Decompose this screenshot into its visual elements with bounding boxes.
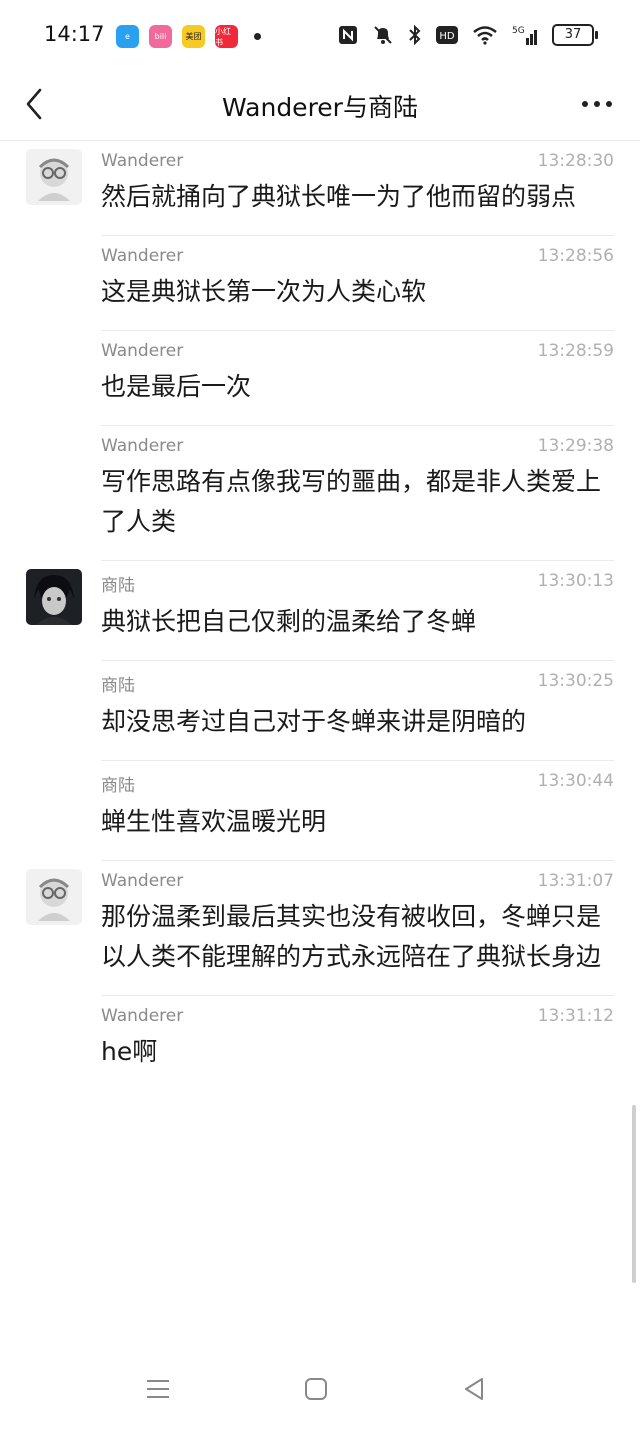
hd-icon: HD bbox=[436, 26, 458, 44]
system-nav-bar bbox=[0, 1349, 640, 1429]
message-text: 蝉生性喜欢温暖光明 bbox=[101, 807, 327, 836]
sender-name: Wanderer bbox=[101, 341, 184, 361]
bluetooth-icon bbox=[409, 24, 421, 46]
message-list[interactable]: Wanderer 13:28:30 然后就捅向了典狱长唯一为了他而留的弱点 Wa… bbox=[0, 141, 640, 1090]
status-indicators: HD 5G 37 bbox=[338, 24, 598, 46]
message-time: 13:28:59 bbox=[537, 341, 614, 361]
message-item[interactable]: Wanderer 13:28:59 也是最后一次 bbox=[0, 331, 640, 426]
status-time: 14:17 bbox=[44, 22, 105, 46]
sender-name: 商陆 bbox=[101, 776, 135, 796]
sender-name: Wanderer bbox=[101, 871, 184, 891]
avatar[interactable] bbox=[26, 149, 82, 205]
signal-5g-icon: 5G bbox=[512, 26, 537, 45]
sender-name: Wanderer bbox=[101, 1006, 184, 1026]
back-triangle-icon[interactable] bbox=[458, 1373, 490, 1405]
home-square-icon[interactable] bbox=[300, 1373, 332, 1405]
notification-app-icons: e bili 美团 小红书 bbox=[116, 25, 261, 48]
message-item[interactable]: Wanderer 13:31:12 he啊 bbox=[0, 996, 640, 1090]
status-bar: 14:17 e bili 美团 小红书 HD 5G 37 bbox=[0, 0, 640, 72]
more-notifications-dot bbox=[254, 33, 261, 40]
message-time: 13:30:25 bbox=[537, 671, 614, 691]
nfc-icon bbox=[339, 26, 357, 44]
message-time: 13:28:30 bbox=[537, 151, 614, 171]
more-dots-icon[interactable] bbox=[580, 92, 614, 116]
message-time: 13:31:12 bbox=[537, 1006, 614, 1026]
wifi-icon bbox=[473, 26, 497, 45]
message-item[interactable]: Wanderer 13:31:07 那份温柔到最后其实也没有被收回，冬蝉只是以人… bbox=[0, 861, 640, 996]
sender-name: Wanderer bbox=[101, 436, 184, 456]
message-text: he啊 bbox=[101, 1037, 158, 1066]
svg-text:5G: 5G bbox=[512, 26, 525, 36]
message-time: 13:30:13 bbox=[537, 571, 614, 591]
message-time: 13:28:56 bbox=[537, 246, 614, 266]
svg-text:HD: HD bbox=[439, 31, 455, 42]
sender-name: 商陆 bbox=[101, 576, 135, 596]
message-item[interactable]: Wanderer 13:29:38 写作思路有点像我写的噩曲，都是非人类爱上了人… bbox=[0, 426, 640, 561]
sender-name: Wanderer bbox=[101, 151, 184, 171]
message-text: 那份温柔到最后其实也没有被收回，冬蝉只是以人类不能理解的方式永远陪在了典狱长身边 bbox=[101, 902, 602, 971]
chat-header: Wanderer与商陆 bbox=[0, 72, 640, 141]
message-text: 典狱长把自己仅剩的温柔给了冬蝉 bbox=[101, 607, 477, 636]
sender-name: Wanderer bbox=[101, 246, 184, 266]
avatar-sketch-icon bbox=[38, 158, 70, 201]
message-text: 也是最后一次 bbox=[101, 372, 252, 401]
message-text: 写作思路有点像我写的噩曲，都是非人类爱上了人类 bbox=[101, 467, 602, 536]
message-item[interactable]: 商陆 13:30:25 却没思考过自己对于冬蝉来讲是阴暗的 bbox=[0, 661, 640, 761]
message-item[interactable]: 商陆 13:30:44 蝉生性喜欢温暖光明 bbox=[0, 761, 640, 861]
message-time: 13:30:44 bbox=[537, 771, 614, 791]
app-icon-meituan: 美团 bbox=[182, 25, 205, 48]
message-item[interactable]: Wanderer 13:28:30 然后就捅向了典狱长唯一为了他而留的弱点 bbox=[0, 141, 640, 236]
message-time: 13:31:07 bbox=[537, 871, 614, 891]
avatar-dark-portrait-icon bbox=[34, 575, 74, 625]
message-item[interactable]: Wanderer 13:28:56 这是典狱长第一次为人类心软 bbox=[0, 236, 640, 331]
app-icon-xiaohongshu: 小红书 bbox=[215, 25, 238, 48]
mute-bell-icon bbox=[374, 26, 392, 44]
scrollbar[interactable] bbox=[632, 1105, 636, 1283]
sender-name: 商陆 bbox=[101, 676, 135, 696]
message-time: 13:29:38 bbox=[537, 436, 614, 456]
avatar-sketch-icon bbox=[38, 878, 70, 921]
app-icon-bilibili: bili bbox=[149, 25, 172, 48]
avatar[interactable] bbox=[26, 569, 82, 625]
avatar[interactable] bbox=[26, 869, 82, 925]
battery-indicator: 37 bbox=[552, 24, 598, 46]
menu-icon[interactable] bbox=[142, 1373, 174, 1405]
app-icon-e: e bbox=[116, 25, 139, 48]
message-text: 这是典狱长第一次为人类心软 bbox=[101, 277, 427, 306]
message-text: 却没思考过自己对于冬蝉来讲是阴暗的 bbox=[101, 707, 527, 736]
chat-title: Wanderer与商陆 bbox=[222, 93, 418, 122]
message-item[interactable]: 商陆 13:30:13 典狱长把自己仅剩的温柔给了冬蝉 bbox=[0, 561, 640, 661]
message-text: 然后就捅向了典狱长唯一为了他而留的弱点 bbox=[101, 182, 577, 211]
